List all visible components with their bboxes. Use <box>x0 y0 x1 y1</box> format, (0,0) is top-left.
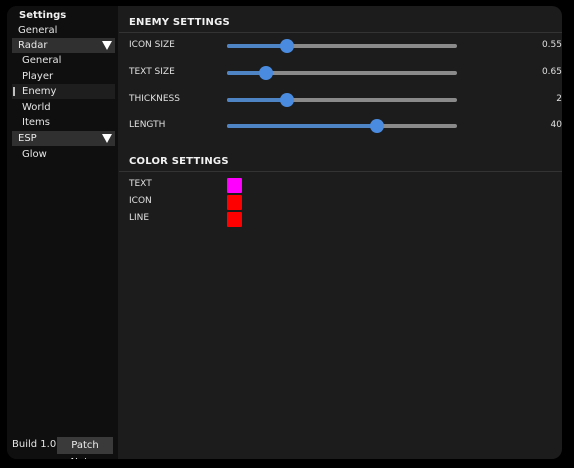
sidebar-section-esp[interactable]: ESP <box>12 131 115 146</box>
selection-marker <box>13 87 15 96</box>
sidebar-item-items[interactable]: Items <box>12 115 115 130</box>
color-label: TEXT <box>129 179 152 189</box>
sidebar-item-glow[interactable]: Glow <box>12 147 115 162</box>
sidebar-item-label: Items <box>22 117 50 128</box>
color-swatch[interactable] <box>227 195 242 210</box>
sidebar-title: Settings <box>19 10 67 21</box>
slider[interactable] <box>227 119 457 133</box>
slider[interactable] <box>227 39 457 53</box>
color-label: ICON <box>129 196 152 206</box>
triangle-down-icon <box>102 134 112 143</box>
slider-handle[interactable] <box>259 66 274 80</box>
sidebar-section-radar[interactable]: Radar <box>12 38 115 53</box>
color-settings-title: COLOR SETTINGS <box>129 156 229 167</box>
sidebar-section-label: Radar <box>18 40 48 51</box>
slider[interactable] <box>227 66 457 80</box>
slider-value: 40 <box>550 120 562 130</box>
sidebar-item-radar-general[interactable]: General <box>12 53 115 68</box>
section-divider <box>119 32 562 33</box>
slider-label: TEXT SIZE <box>129 67 175 77</box>
sidebar-item-label: Player <box>22 71 54 82</box>
slider-fill <box>227 98 287 102</box>
sidebar-item-label: World <box>22 102 51 113</box>
slider-fill <box>227 44 287 48</box>
slider-handle[interactable] <box>369 119 384 133</box>
slider-value: 0.55 <box>541 40 562 50</box>
slider-handle[interactable] <box>279 39 294 53</box>
slider-label: ICON SIZE <box>129 40 175 50</box>
triangle-down-icon <box>102 41 112 50</box>
patch-notes-button[interactable]: Patch Notes <box>57 437 113 459</box>
color-swatch[interactable] <box>227 212 242 227</box>
color-label: LINE <box>129 213 150 223</box>
sidebar-section-label: ESP <box>18 133 37 144</box>
color-swatch[interactable] <box>227 178 242 193</box>
sidebar-item-enemy[interactable]: Enemy <box>12 84 115 99</box>
sidebar: Settings General Radar General Player En… <box>7 6 118 459</box>
section-divider <box>119 171 562 172</box>
sidebar-item-label: General <box>18 25 58 36</box>
sidebar-item-label: Enemy <box>22 86 57 97</box>
slider[interactable] <box>227 93 457 107</box>
sidebar-item-player[interactable]: Player <box>12 69 115 84</box>
sidebar-item-label: Glow <box>22 149 47 160</box>
slider-value: 2 <box>556 94 562 104</box>
sidebar-item-world[interactable]: World <box>12 100 115 115</box>
slider-label: LENGTH <box>129 120 166 130</box>
enemy-settings-title: ENEMY SETTINGS <box>129 17 230 28</box>
slider-fill <box>227 124 377 128</box>
slider-label: THICKNESS <box>129 94 180 104</box>
sidebar-item-label: General <box>22 55 62 66</box>
slider-handle[interactable] <box>279 93 294 107</box>
sidebar-item-general[interactable]: General <box>12 23 115 38</box>
slider-value: 0.65 <box>541 67 562 77</box>
